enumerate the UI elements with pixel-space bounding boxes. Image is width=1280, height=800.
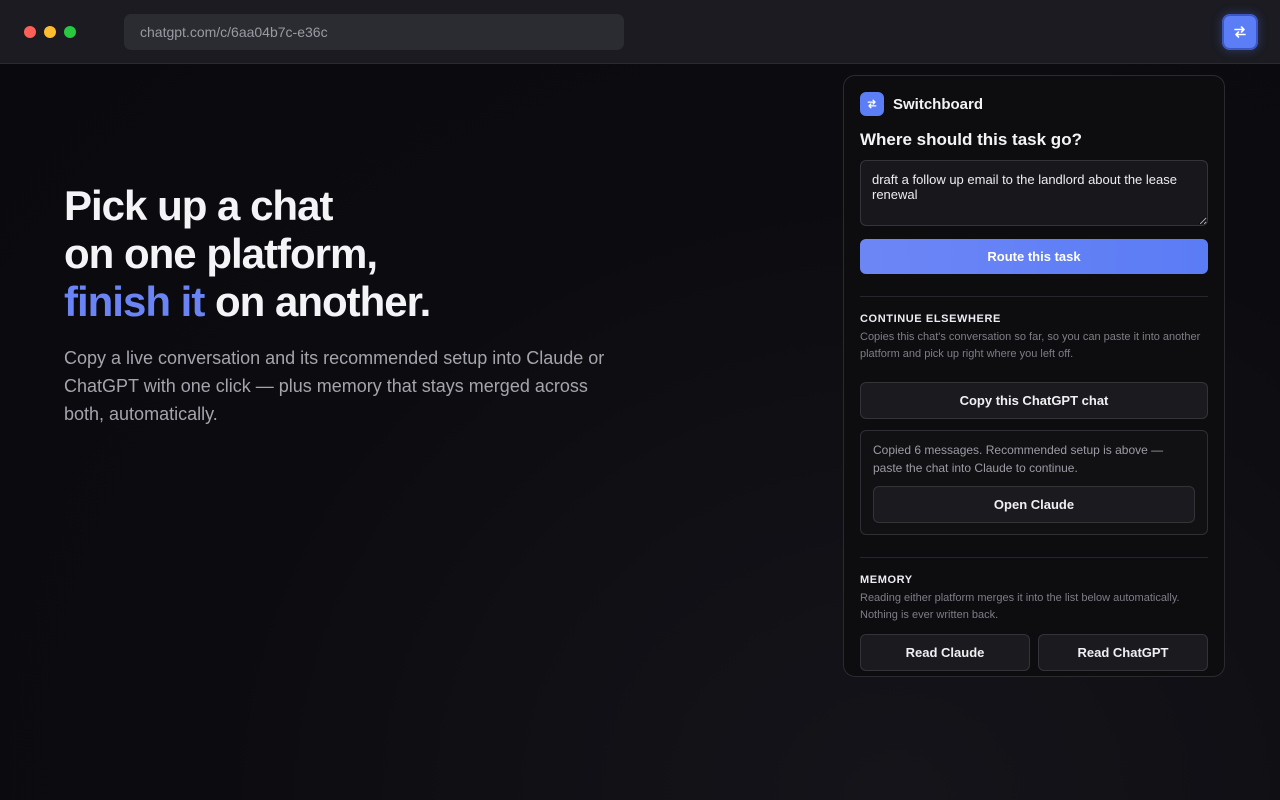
minimize-window-button[interactable] [44, 26, 56, 38]
hero-line-3: on another. [204, 278, 431, 325]
close-window-button[interactable] [24, 26, 36, 38]
copy-status-box: Copied 6 messages. Recommended setup is … [860, 430, 1208, 535]
address-bar[interactable]: chatgpt.com/c/6aa04b7c-e36c [124, 14, 624, 50]
section-divider [860, 296, 1208, 297]
task-question-heading: Where should this task go? [860, 130, 1082, 149]
hero-line-2: on one platform, [64, 230, 378, 277]
panel-header: Switchboard [860, 92, 1208, 116]
hero-section: Pick up a chat on one platform, finish i… [64, 182, 624, 428]
copy-status-text: Copied 6 messages. Recommended setup is … [873, 443, 1164, 475]
read-chatgpt-button[interactable]: Read ChatGPT [1038, 634, 1208, 671]
hero-heading: Pick up a chat on one platform, finish i… [64, 182, 624, 326]
memory-section-title: MEMORY [860, 574, 913, 586]
brand-name: Switchboard [893, 95, 984, 113]
hero-subtitle: Copy a live conversation and its recomme… [64, 348, 605, 424]
switchboard-panel: Switchboard Where should this task go? d… [843, 75, 1225, 677]
copy-chat-button[interactable]: Copy this ChatGPT chat [860, 382, 1208, 419]
task-input[interactable]: draft a follow up email to the landlord … [860, 160, 1208, 226]
route-task-button[interactable]: Route this task [860, 239, 1208, 274]
browser-toolbar: chatgpt.com/c/6aa04b7c-e36c [0, 0, 1280, 64]
open-claude-button[interactable]: Open Claude [873, 486, 1195, 523]
swap-arrows-icon [1234, 26, 1246, 38]
section-divider [860, 557, 1208, 558]
read-claude-button[interactable]: Read Claude [860, 634, 1030, 671]
maximize-window-button[interactable] [64, 26, 76, 38]
switchboard-extension-button[interactable] [1222, 14, 1258, 50]
continue-section-title: CONTINUE ELSEWHERE [860, 313, 1001, 325]
memory-actions: Read Claude Read ChatGPT [860, 634, 1208, 671]
memory-section-description: Reading either platform merges it into t… [860, 592, 1180, 621]
continue-section-description: Copies this chat's conversation so far, … [860, 331, 1201, 360]
switchboard-logo-icon [860, 92, 884, 116]
hero-accent-text: finish it [64, 278, 205, 325]
hero-line-1: Pick up a chat [64, 182, 333, 229]
